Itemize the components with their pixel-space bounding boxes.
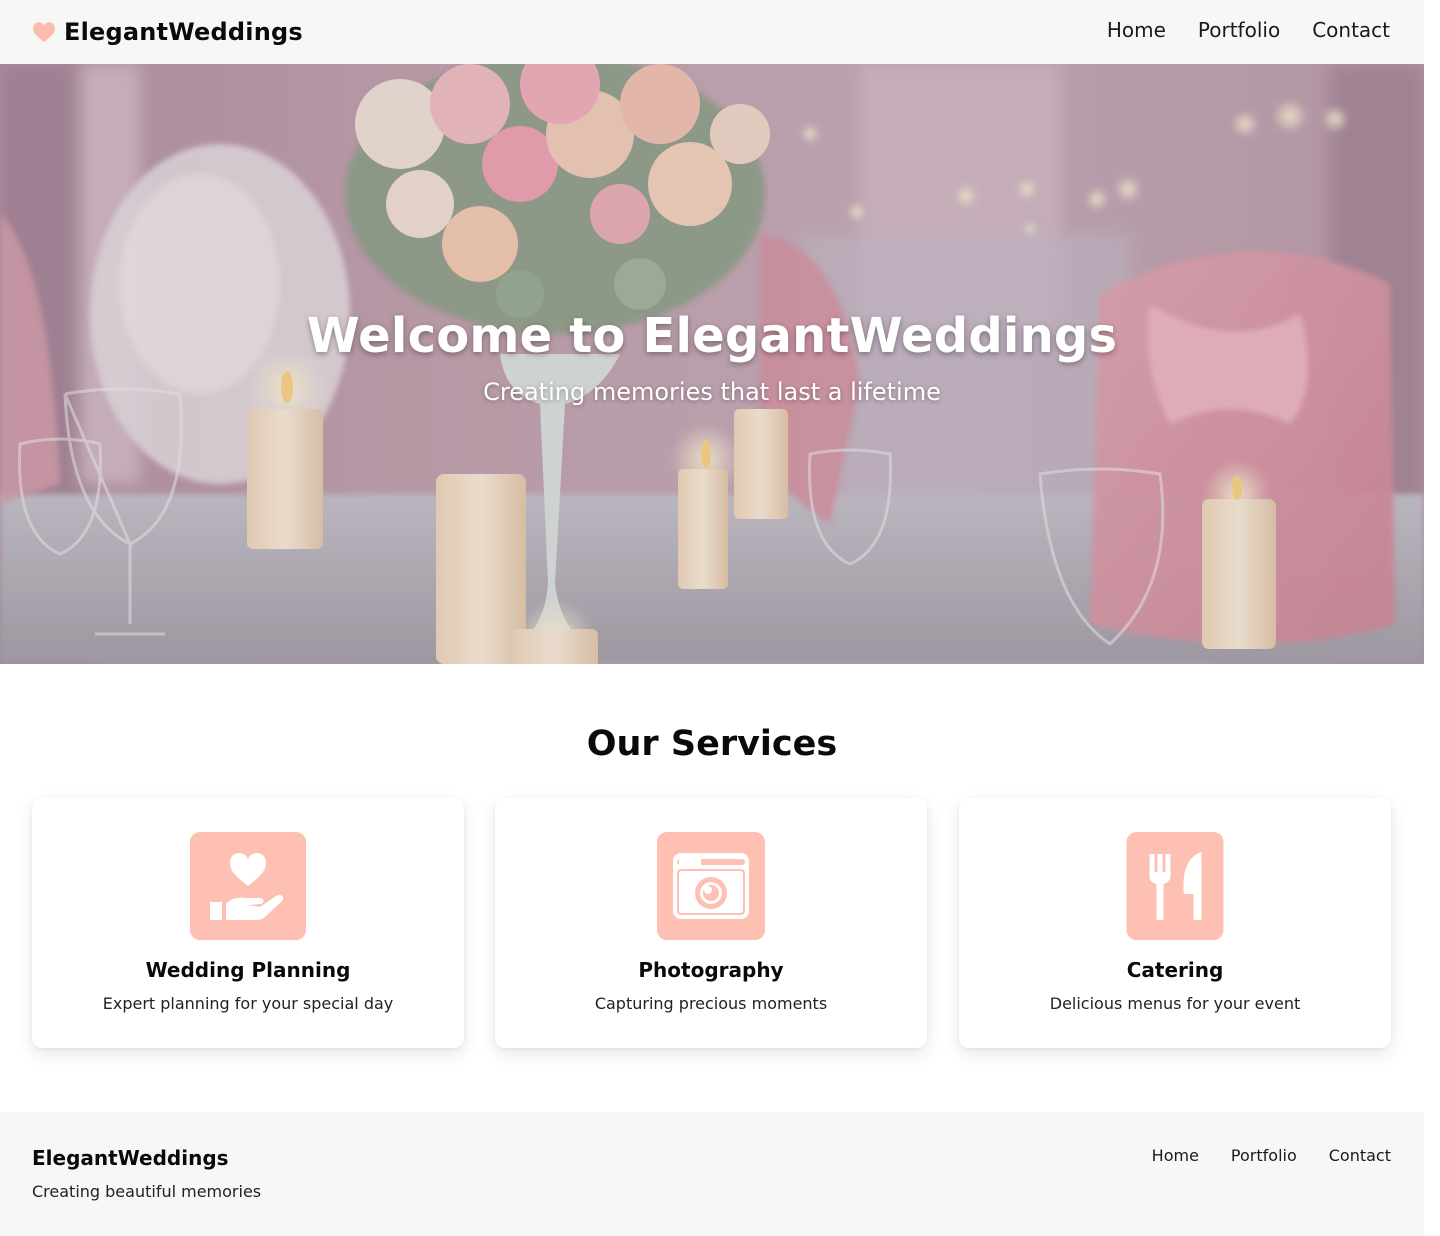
service-description: Capturing precious moments <box>594 994 828 1013</box>
camera-icon <box>657 832 765 940</box>
service-description: Delicious menus for your event <box>1049 994 1301 1013</box>
services-heading: Our Services <box>586 724 838 764</box>
top-navbar: ElegantWeddings Home Portfolio Contact <box>0 0 1424 64</box>
service-card-photography[interactable]: Photography Capturing precious moments <box>495 798 927 1048</box>
service-card-catering[interactable]: Catering Delicious menus for your event <box>959 798 1391 1048</box>
hero-subtitle: Creating memories that last a lifetime <box>483 378 941 406</box>
utensils-icon <box>1126 832 1224 940</box>
nav-link-portfolio[interactable]: Portfolio <box>1198 18 1280 42</box>
brand-logo[interactable]: ElegantWeddings <box>32 16 303 48</box>
main-nav: Home Portfolio Contact <box>1107 18 1390 42</box>
footer: ElegantWeddings Creating beautiful memor… <box>0 1112 1424 1236</box>
service-title: Wedding Planning <box>145 958 351 982</box>
service-title: Catering <box>1126 958 1224 982</box>
footer-link-portfolio[interactable]: Portfolio <box>1231 1146 1297 1165</box>
footer-brand: ElegantWeddings <box>32 1146 229 1170</box>
hero-title: Welcome to ElegantWeddings <box>306 308 1118 364</box>
footer-nav: Home Portfolio Contact <box>1152 1146 1391 1165</box>
nav-link-contact[interactable]: Contact <box>1312 18 1390 42</box>
nav-link-home[interactable]: Home <box>1107 18 1166 42</box>
service-description: Expert planning for your special day <box>102 994 394 1013</box>
service-card-wedding-planning[interactable]: Wedding Planning Expert planning for you… <box>32 798 464 1048</box>
heart-icon <box>33 22 55 42</box>
footer-tagline: Creating beautiful memories <box>32 1182 262 1201</box>
brand-name: ElegantWeddings <box>64 18 303 46</box>
service-title: Photography <box>638 958 784 982</box>
page: ElegantWeddings Home Portfolio Contact W… <box>0 0 1424 1236</box>
hero-background-image <box>0 64 1424 664</box>
heart-hand-icon <box>190 832 306 940</box>
footer-link-contact[interactable]: Contact <box>1329 1146 1391 1165</box>
footer-link-home[interactable]: Home <box>1152 1146 1199 1165</box>
hero-banner: Welcome to ElegantWeddings Creating memo… <box>0 64 1424 664</box>
